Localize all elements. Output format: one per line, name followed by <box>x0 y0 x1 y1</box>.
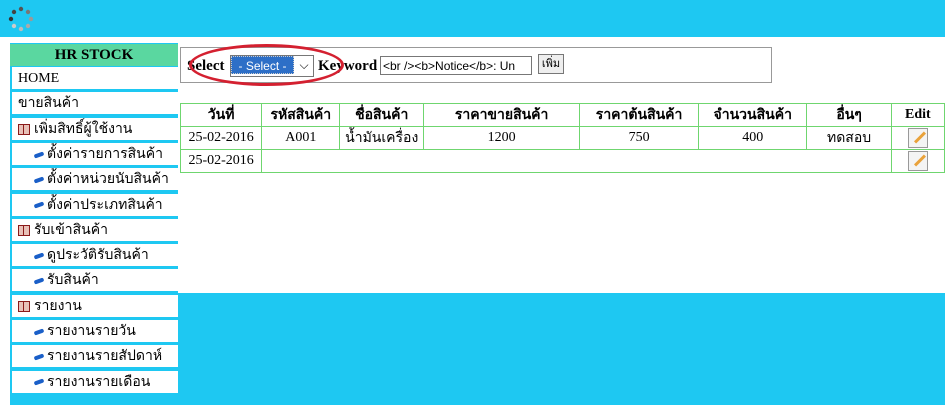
pen-icon <box>33 328 45 336</box>
table-cell: A001 <box>261 126 341 150</box>
sidebar-item-label: รับสินค้า <box>47 273 99 289</box>
pen-icon <box>33 151 45 159</box>
sidebar-title: HR STOCK <box>10 44 178 66</box>
sidebar-item[interactable]: ตั้งค่ารายการสินค้า <box>12 142 178 166</box>
sidebar-item-label: ตั้งค่ารายการสินค้า <box>47 146 163 162</box>
loading-spinner-icon <box>8 6 34 32</box>
edit-cell <box>890 149 945 173</box>
table-cell <box>261 149 892 173</box>
pen-icon <box>33 353 45 361</box>
main-footer-bg <box>178 293 945 405</box>
keyword-input[interactable]: <br /><b>Notice</b>: Un <box>380 56 532 75</box>
sidebar-item-label: ดูประวัติรับสินค้า <box>47 248 149 264</box>
table-cell: ทดสอบ <box>806 126 892 150</box>
sidebar-item[interactable]: รายงานรายวัน <box>12 320 178 343</box>
sidebar-item[interactable]: HOME <box>12 67 178 90</box>
sidebar-item[interactable]: รับสินค้า <box>12 269 178 293</box>
sidebar-item-label: รายงานรายวัน <box>47 324 136 339</box>
table-cell: น้ำมันเครื่อง <box>339 126 425 150</box>
sidebar-item[interactable]: ดูประวัติรับสินค้า <box>12 244 178 268</box>
table-row: 25-02-2016 A001 น้ำมันเครื่อง 1200 750 400 ทดส… <box>179 126 945 150</box>
sidebar-item-label: รายงาน <box>34 298 82 314</box>
column-header: Edit <box>890 103 945 127</box>
top-bar <box>0 0 945 37</box>
sidebar-item[interactable]: เพิ่มสิทธิ์ผู้ใช้งาน <box>12 117 178 141</box>
book-icon <box>18 123 30 135</box>
pen-icon <box>33 201 45 209</box>
sidebar-item-label: รายงานรายเดือน <box>47 374 151 390</box>
table-cell: 400 <box>698 126 808 150</box>
edit-icon[interactable] <box>907 151 928 171</box>
sidebar-item[interactable]: ตั้งค่าประเภทสินค้า <box>12 193 178 217</box>
table-row: 25-02-2016 <box>179 149 945 173</box>
pen-icon <box>33 378 45 386</box>
sidebar-item-label: รับเข้าสินค้า <box>34 222 108 238</box>
pen-icon <box>33 176 45 184</box>
table-cell: 25-02-2016 <box>179 149 263 173</box>
column-header: รหัสสินค้า <box>261 103 341 127</box>
column-header: อื่นๆ <box>806 103 892 127</box>
sidebar-item[interactable]: รายงาน <box>12 294 178 318</box>
sidebar-item[interactable]: รับเข้าสินค้า <box>12 218 178 242</box>
column-header: ราคาต้นสินค้า <box>579 103 700 127</box>
sidebar-item-label: ตั้งค่าหน่วยนับสินค้า <box>47 172 169 188</box>
sidebar-item-label: ตั้งค่าประเภทสินค้า <box>47 197 163 213</box>
column-header: ราคาขายสินค้า <box>423 103 581 127</box>
highlight-annotation <box>189 44 344 86</box>
edit-icon[interactable] <box>907 128 928 148</box>
column-header: ชื่อสินค้า <box>339 103 425 127</box>
edit-cell <box>890 126 945 150</box>
sidebar-item[interactable]: รายงานรายสัปดาห์ <box>12 345 178 369</box>
column-header: วันที่ <box>179 103 263 127</box>
add-button[interactable]: เพิ่ม <box>538 54 564 74</box>
book-icon <box>18 300 30 312</box>
table-header-row: วันที่ รหัสสินค้า ชื่อสินค้า ราคาขายสินค้าร… <box>179 103 945 127</box>
sidebar-item[interactable]: ตั้งค่าหน่วยนับสินค้า <box>12 168 178 192</box>
table-cell: 1200 <box>423 126 581 150</box>
sidebar-item[interactable]: รายงานรายเดือน <box>12 370 178 394</box>
pen-icon <box>33 277 45 285</box>
book-icon <box>18 225 30 237</box>
sidebar-item-label: รายงานรายสัปดาห์ <box>47 349 163 365</box>
product-table: วันที่ รหัสสินค้า ชื่อสินค้า ราคาขายสินค้าร… <box>179 103 945 173</box>
sidebar-item[interactable]: ขายสินค้า <box>12 92 178 116</box>
column-header: จำนวนสินค้า <box>698 103 808 127</box>
pen-icon <box>33 252 45 260</box>
sidebar-item-label: HOME <box>18 71 60 86</box>
sidebar-item-label: ขายสินค้า <box>18 96 79 112</box>
table-cell: 25-02-2016 <box>179 126 263 150</box>
sidebar-item-label: เพิ่มสิทธิ์ผู้ใช้งาน <box>34 121 133 137</box>
table-cell: 750 <box>579 126 700 150</box>
